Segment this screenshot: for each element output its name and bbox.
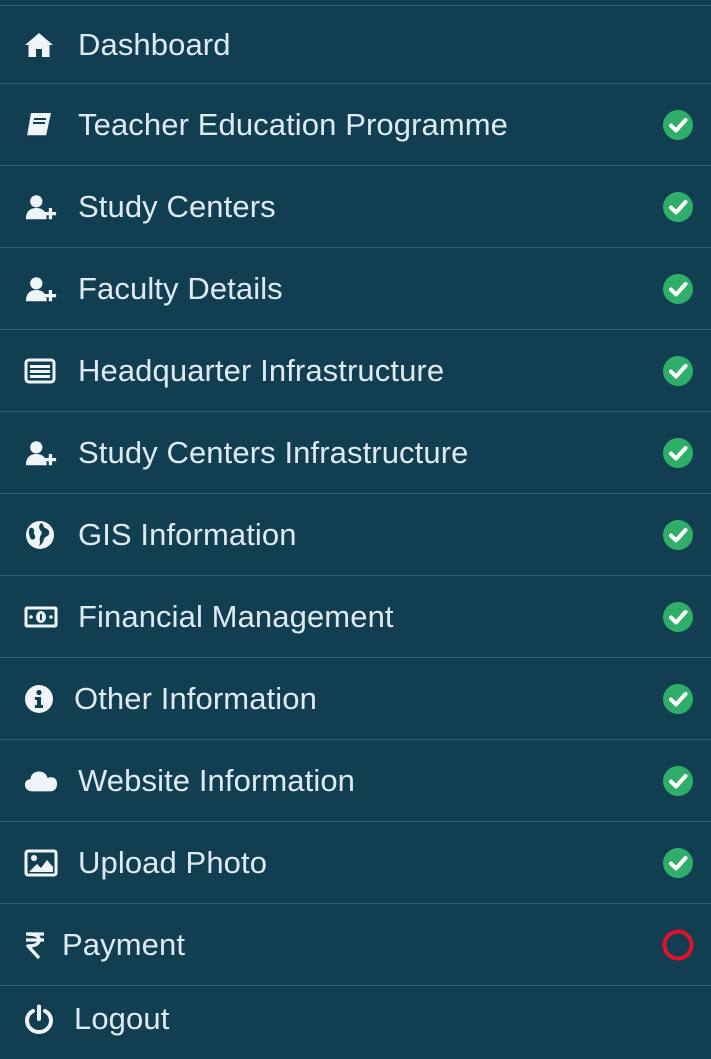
sidebar-item-label: Payment bbox=[62, 926, 186, 962]
book-icon bbox=[24, 108, 58, 142]
check-circle-icon bbox=[661, 682, 695, 716]
check-circle-icon bbox=[661, 108, 695, 142]
sidebar-item-logout[interactable]: Logout bbox=[0, 986, 711, 1052]
sidebar-item-dashboard[interactable]: Dashboard bbox=[0, 6, 711, 84]
sidebar-item-gis-information[interactable]: GIS Information bbox=[0, 494, 711, 576]
sidebar-item-label: Headquarter Infrastructure bbox=[78, 352, 445, 388]
sidebar-item-label: Faculty Details bbox=[78, 270, 283, 306]
sidebar-item-teacher-education-programme[interactable]: Teacher Education Programme bbox=[0, 84, 711, 166]
sidebar-item-study-centers[interactable]: Study Centers bbox=[0, 166, 711, 248]
list-alt-icon bbox=[24, 354, 58, 388]
user-plus-icon bbox=[24, 190, 58, 224]
sidebar-item-label: Other Information bbox=[74, 680, 317, 716]
sidebar-item-label: GIS Information bbox=[78, 516, 297, 552]
check-circle-icon bbox=[661, 600, 695, 634]
globe-icon bbox=[24, 518, 58, 552]
power-icon bbox=[24, 1002, 58, 1036]
sidebar-item-upload-photo[interactable]: Upload Photo bbox=[0, 822, 711, 904]
info-icon bbox=[24, 682, 58, 716]
sidebar-item-label: Website Information bbox=[78, 762, 356, 798]
sidebar-item-financial-management[interactable]: Financial Management bbox=[0, 576, 711, 658]
sidebar-item-payment[interactable]: Payment bbox=[0, 904, 711, 986]
sidebar-item-label: Logout bbox=[74, 1001, 170, 1036]
sidebar-item-label: Study Centers Infrastructure bbox=[78, 434, 469, 470]
check-circle-icon bbox=[661, 764, 695, 798]
sidebar-item-website-information[interactable]: Website Information bbox=[0, 740, 711, 822]
sidebar-item-headquarter-infrastructure[interactable]: Headquarter Infrastructure bbox=[0, 330, 711, 412]
user-plus-icon bbox=[24, 272, 58, 306]
sidebar-item-label: Study Centers bbox=[78, 188, 276, 224]
rupee-icon bbox=[24, 928, 46, 962]
check-circle-icon bbox=[661, 518, 695, 552]
sidebar-list: Dashboard Teacher Education Programme St… bbox=[0, 6, 711, 1052]
sidebar-menu: Dashboard Teacher Education Programme St… bbox=[0, 0, 711, 1059]
check-circle-icon bbox=[661, 846, 695, 880]
pending-circle-icon bbox=[661, 928, 695, 962]
sidebar-item-label: Dashboard bbox=[78, 26, 231, 62]
sidebar-item-study-centers-infrastructure[interactable]: Study Centers Infrastructure bbox=[0, 412, 711, 494]
check-circle-icon bbox=[661, 354, 695, 388]
check-circle-icon bbox=[661, 272, 695, 306]
sidebar-item-faculty-details[interactable]: Faculty Details bbox=[0, 248, 711, 330]
sidebar-item-label: Upload Photo bbox=[78, 844, 268, 880]
sidebar-item-label: Financial Management bbox=[78, 598, 394, 634]
user-plus-icon bbox=[24, 436, 58, 470]
sidebar-item-other-information[interactable]: Other Information bbox=[0, 658, 711, 740]
check-circle-icon bbox=[661, 190, 695, 224]
sidebar-item-label: Teacher Education Programme bbox=[78, 106, 509, 142]
home-icon bbox=[24, 28, 58, 62]
check-circle-icon bbox=[661, 436, 695, 470]
money-icon bbox=[24, 600, 58, 634]
image-icon bbox=[24, 846, 58, 880]
cloud-icon bbox=[24, 764, 58, 798]
